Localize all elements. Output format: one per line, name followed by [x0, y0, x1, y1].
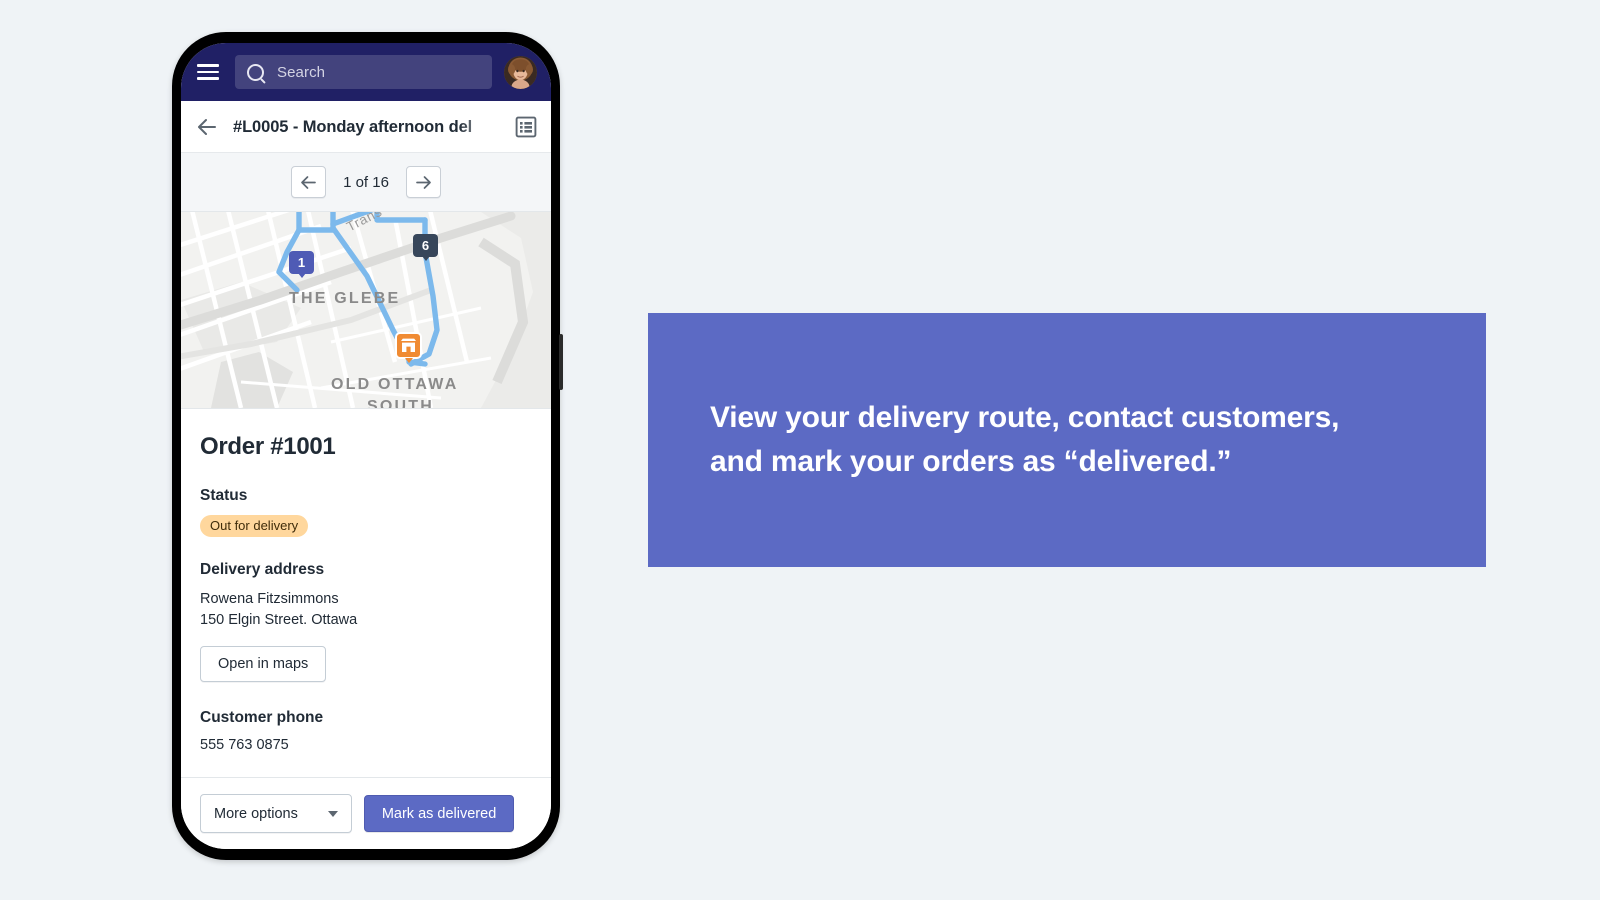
back-arrow-icon[interactable]	[195, 115, 219, 139]
phone-power-button[interactable]	[559, 334, 563, 390]
more-options-button[interactable]: More options	[200, 794, 352, 833]
caption-panel: View your delivery route, contact custom…	[648, 313, 1486, 567]
order-detail-panel: Order #1001 Status Out for delivery Deli…	[181, 409, 551, 777]
customer-phone-block: Customer phone 555 763 0875	[200, 709, 532, 753]
arrow-right-icon	[416, 175, 431, 189]
street-address: 150 Elgin Street. Ottawa	[200, 612, 358, 628]
caption-text: View your delivery route, contact custom…	[710, 396, 1339, 484]
order-number-heading: Order #1001	[200, 433, 336, 460]
customer-name: Rowena Fitzsimmons	[200, 591, 339, 607]
search-input[interactable]: Search	[235, 55, 492, 89]
phone-device-frame: Search #L0005 - Monday afternoon del 1 o…	[172, 32, 563, 860]
delivery-address-label: Delivery address	[200, 561, 325, 578]
map-pin-stop-6[interactable]: 6	[413, 234, 438, 261]
page-title: #L0005 - Monday afternoon del	[233, 117, 473, 136]
phone-screen: Search #L0005 - Monday afternoon del 1 o…	[181, 43, 551, 849]
action-bar: More options Mark as delivered	[181, 777, 551, 849]
delivery-address-block: Delivery address Rowena Fitzsimmons 150 …	[200, 561, 532, 682]
delivery-route-map[interactable]: Trans-Canada THE GLEBE OLD OTTAWA SOUTH …	[181, 212, 551, 409]
avatar[interactable]	[504, 55, 537, 89]
map-pin-stop-1[interactable]: 1	[289, 251, 314, 278]
list-view-icon[interactable]	[515, 116, 537, 138]
avatar-image	[504, 55, 537, 89]
status-label: Status	[200, 487, 248, 504]
caption-line-2: and mark your orders as “delivered.”	[710, 445, 1232, 478]
search-icon	[247, 63, 264, 81]
status-block: Status Out for delivery	[200, 487, 532, 537]
chevron-down-icon	[327, 810, 338, 817]
page-title-container: #L0005 - Monday afternoon del	[233, 114, 505, 139]
store-marker-icon[interactable]	[395, 332, 422, 363]
customer-phone-value[interactable]: 555 763 0875	[200, 737, 532, 753]
page-title-bar: #L0005 - Monday afternoon del	[181, 101, 551, 153]
pagination-bar: 1 of 16	[181, 153, 551, 212]
hamburger-menu-icon[interactable]	[197, 64, 219, 80]
map-canvas	[181, 212, 551, 408]
storefront-glyph	[401, 338, 416, 352]
page-count-label: 1 of 16	[343, 173, 389, 191]
customer-phone-label: Customer phone	[200, 709, 324, 726]
more-options-label: More options	[214, 805, 298, 822]
arrow-left-icon	[301, 175, 316, 189]
mark-as-delivered-button[interactable]: Mark as delivered	[363, 795, 515, 832]
previous-page-button[interactable]	[291, 166, 326, 198]
status-badge: Out for delivery	[200, 515, 309, 537]
open-in-maps-button[interactable]: Open in maps	[200, 646, 327, 682]
caption-line-1: View your delivery route, contact custom…	[710, 401, 1340, 434]
top-navigation-bar: Search	[181, 43, 551, 101]
search-placeholder: Search	[277, 63, 326, 81]
next-page-button[interactable]	[406, 166, 441, 198]
